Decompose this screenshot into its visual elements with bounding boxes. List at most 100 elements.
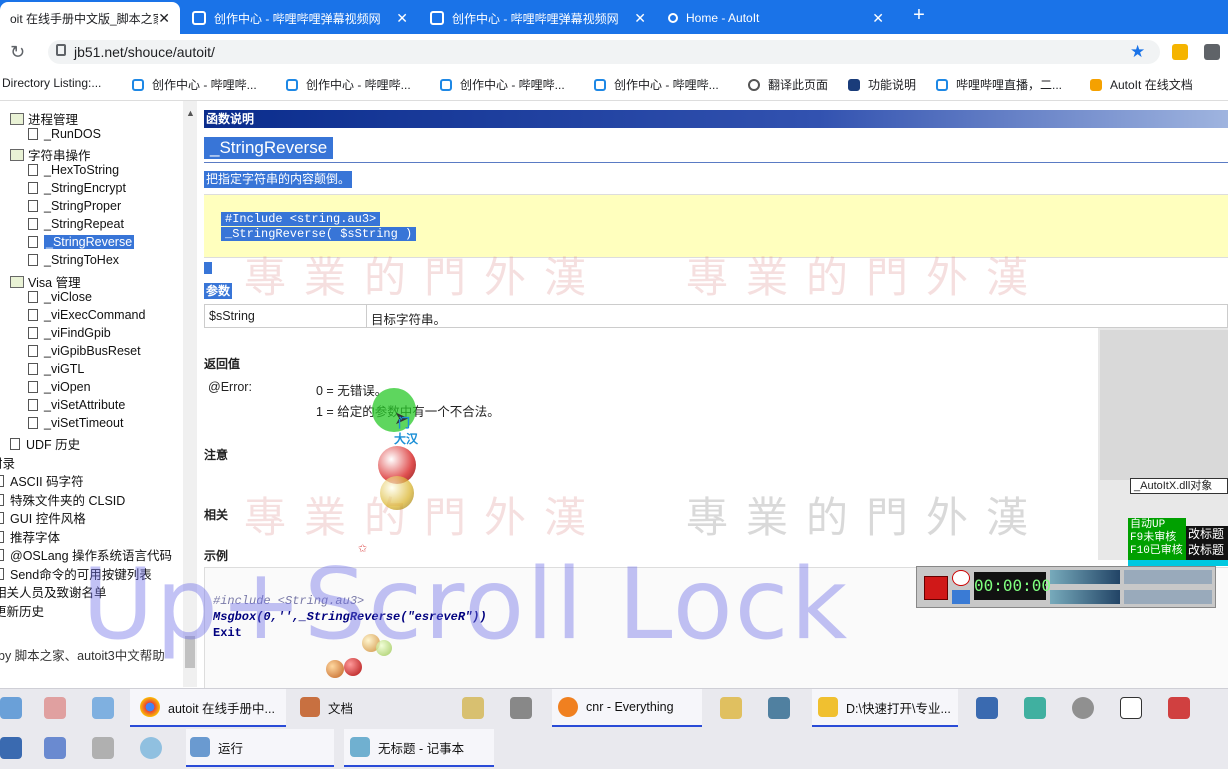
translate-icon <box>748 78 760 91</box>
bookmark-item[interactable]: 功能说明 <box>848 76 916 93</box>
taskbar-everything[interactable]: cnr - Everything <box>552 689 702 727</box>
app-icon[interactable] <box>510 697 532 719</box>
document-icon <box>0 567 4 580</box>
syntax-include: #Include <string.au3> <box>221 212 381 226</box>
new-tab-button[interactable]: + <box>906 4 932 27</box>
puzzle-icon[interactable] <box>1204 44 1220 60</box>
app-icon[interactable] <box>92 697 114 719</box>
rename-title-button[interactable]: 改标题 <box>1188 542 1228 558</box>
tab-autoit-home[interactable]: Home - AutoIt ✕ <box>658 2 894 34</box>
tree-item[interactable]: _StringToHex <box>28 253 119 267</box>
7zip-icon[interactable] <box>1120 697 1142 719</box>
close-icon[interactable]: ✕ <box>396 10 408 27</box>
tree-label: _viSetAttribute <box>44 398 126 412</box>
document-icon <box>10 437 20 450</box>
notepad-icon <box>350 737 370 757</box>
dll-object-label: _AutoItX.dll对象 <box>1130 478 1228 494</box>
bilibili-icon <box>440 78 452 91</box>
tab-bilibili-creator-2[interactable]: 创作中心 - 哔哩哔哩弹幕视频网 ✕ <box>420 2 656 34</box>
pause-icon[interactable] <box>952 590 970 604</box>
app-icon[interactable] <box>1168 697 1190 719</box>
app-icon[interactable] <box>1072 697 1094 719</box>
app-icon[interactable] <box>44 737 66 759</box>
bookmark-item[interactable]: 哔哩哔哩直播，二... <box>936 76 1062 93</box>
tree-item[interactable]: 更新历史 <box>0 601 44 620</box>
tree-item[interactable]: _viFindGpib <box>28 326 111 340</box>
tree-folder[interactable]: 附录 <box>0 453 15 472</box>
app-icon[interactable] <box>1024 697 1046 719</box>
tree-folder[interactable]: 字符串操作 <box>10 145 91 164</box>
tree-folder[interactable]: Visa 管理 <box>10 272 81 291</box>
tree-item[interactable]: _StringEncrypt <box>28 181 126 195</box>
tree-item[interactable]: _viGpibBusReset <box>28 344 141 358</box>
folder-icon[interactable] <box>720 697 742 719</box>
tree-item-selected[interactable]: _StringReverse <box>28 235 135 249</box>
tree-item[interactable]: _viClose <box>28 290 92 304</box>
recorder-tools[interactable] <box>1124 570 1212 584</box>
taskbar-docs[interactable]: 文档 <box>300 689 440 725</box>
calendar-icon[interactable] <box>92 737 114 759</box>
close-icon[interactable]: ✕ <box>158 10 170 27</box>
syntax-call: _StringReverse( $sString ) <box>221 227 417 241</box>
tree-item[interactable]: _viSetTimeout <box>28 416 123 430</box>
bookmark-item[interactable]: AutoIt 在线文档 <box>1090 76 1193 93</box>
bookmark-item[interactable]: Directory Listing:... <box>2 76 101 90</box>
app-icon[interactable] <box>768 697 790 719</box>
taskbar-chrome[interactable]: autoit 在线手册中... <box>130 689 286 727</box>
record-button[interactable] <box>924 576 948 600</box>
app-icon[interactable] <box>0 737 22 759</box>
scroll-up-arrow-icon[interactable]: ▲ <box>186 108 195 118</box>
reload-icon[interactable]: ↻ <box>10 42 25 63</box>
app-icon[interactable] <box>462 697 484 719</box>
extension-icon[interactable] <box>1172 44 1188 60</box>
tree-folder[interactable]: 进程管理 <box>10 109 78 128</box>
tree-label: 字符串操作 <box>28 149 91 163</box>
address-bar[interactable]: jb51.net/shouce/autoit/ <box>48 40 1160 64</box>
app-icon[interactable] <box>0 697 22 719</box>
tree-item[interactable]: _StringProper <box>28 199 121 213</box>
tab-autoit-manual[interactable]: oit 在线手册中文版_脚本之家 ✕ <box>0 2 180 34</box>
app-icon[interactable] <box>140 737 162 759</box>
timer-icon[interactable] <box>952 570 970 586</box>
bookmark-item[interactable]: 创作中心 - 哔哩哔... <box>440 76 565 93</box>
param-desc: 目标字符串。 <box>371 313 447 327</box>
app-icon[interactable] <box>976 697 998 719</box>
bookmark-item[interactable]: 翻译此页面 <box>748 76 828 93</box>
document-icon <box>28 399 38 411</box>
bookmark-item[interactable]: 创作中心 - 哔哩哔... <box>132 76 257 93</box>
close-icon[interactable]: ✕ <box>872 10 884 27</box>
close-icon[interactable]: ✕ <box>634 10 646 27</box>
document-icon <box>28 200 38 212</box>
params-table: $sString 目标字符串。 <box>204 304 1228 328</box>
tab-bilibili-creator-1[interactable]: 创作中心 - 哔哩哔哩弹幕视频网 ✕ <box>182 2 418 34</box>
tree-item[interactable]: _RunDOS <box>28 127 101 141</box>
tree-item[interactable]: 推荐字体 <box>0 527 60 546</box>
rename-title-button[interactable]: 改标题 <box>1188 526 1228 542</box>
tree-item[interactable]: UDF 历史 <box>10 434 80 453</box>
tree-item[interactable]: _viExecCommand <box>28 308 145 322</box>
tab-title: 创作中心 - 哔哩哔哩弹幕视频网 <box>214 11 381 26</box>
recorder-tools[interactable] <box>1124 590 1212 604</box>
tree-label: _viOpen <box>44 380 91 394</box>
tree-item[interactable]: _StringRepeat <box>28 217 124 231</box>
tree-item[interactable]: _HexToString <box>28 163 119 177</box>
run-icon <box>190 737 210 757</box>
taskbar-explorer[interactable]: D:\快速打开\专业... <box>812 689 958 727</box>
tree-item[interactable]: _viSetAttribute <box>28 398 125 412</box>
document-icon <box>0 511 4 524</box>
tree-item[interactable]: 特殊文件夹的 CLSID <box>0 490 125 509</box>
seal-watermark-icon: 專業的門外漢 <box>244 253 605 302</box>
bookmark-star-icon[interactable]: ★ <box>1130 42 1145 62</box>
bookmark-item[interactable]: 创作中心 - 哔哩哔... <box>286 76 411 93</box>
document-icon <box>28 345 38 357</box>
taskbar-run[interactable]: 运行 <box>186 729 334 767</box>
tree-item[interactable]: _viGTL <box>28 362 84 376</box>
tree-item[interactable]: GUI 控件风格 <box>0 508 86 527</box>
bookmark-item[interactable]: 创作中心 - 哔哩哔... <box>594 76 719 93</box>
app-icon[interactable] <box>44 697 66 719</box>
rename-title-panel[interactable]: 改标题 改标题 <box>1186 526 1228 560</box>
document-icon <box>28 254 38 266</box>
tree-item[interactable]: _viOpen <box>28 380 91 394</box>
taskbar-notepad[interactable]: 无标题 - 记事本 <box>344 729 494 767</box>
tree-item[interactable]: ASCII 码字符 <box>0 471 84 490</box>
